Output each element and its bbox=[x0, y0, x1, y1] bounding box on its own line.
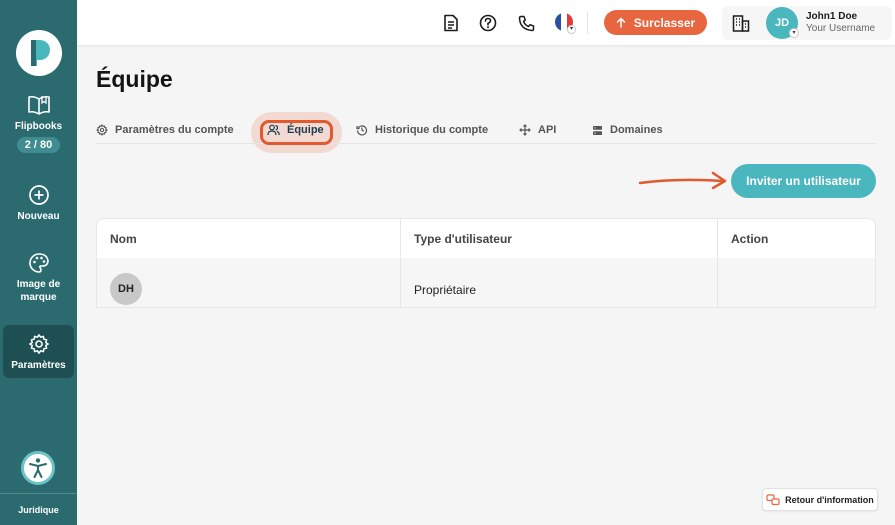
phone-icon bbox=[518, 15, 534, 31]
sidebar: Flipbooks 2 / 80 Nouveau Image de marque… bbox=[0, 0, 77, 525]
user-username: Your Username bbox=[806, 23, 876, 34]
header-divider bbox=[587, 12, 588, 34]
upgrade-button[interactable]: Surclasser bbox=[604, 10, 707, 35]
building-icon bbox=[732, 15, 750, 32]
upgrade-label: Surclasser bbox=[633, 15, 696, 30]
logo-icon bbox=[31, 40, 50, 66]
tab-label: Historique du compte bbox=[375, 124, 489, 136]
book-icon bbox=[27, 95, 50, 115]
tab-parametres-du-compte[interactable]: Paramètres du compte bbox=[96, 122, 234, 138]
tab-domaines[interactable]: Domaines bbox=[592, 122, 663, 138]
gear-icon bbox=[96, 124, 108, 136]
sidebar-item-label: Paramètres bbox=[11, 360, 66, 371]
tab-highlight-ring bbox=[260, 120, 333, 145]
gear-icon bbox=[28, 334, 49, 354]
annotation-arrow-icon bbox=[638, 171, 727, 190]
table-row: DH Propriétaire bbox=[97, 258, 875, 307]
help-icon bbox=[479, 14, 497, 32]
server-icon bbox=[593, 125, 602, 135]
column-header-type: Type d'utilisateur bbox=[414, 232, 512, 246]
accessibility-icon bbox=[29, 458, 47, 478]
juridique-link[interactable]: Juridique bbox=[0, 493, 77, 525]
sidebar-item-label: Flipbooks bbox=[14, 121, 63, 132]
tab-label: Domaines bbox=[610, 124, 663, 136]
top-header: ▾ Surclasser JD ▾ John1 Doe Your Usernam… bbox=[77, 0, 895, 45]
sidebar-item-flipbooks[interactable]: Flipbooks 2 / 80 bbox=[3, 94, 74, 153]
tab-label: API bbox=[538, 124, 557, 136]
sidebar-item-parametres[interactable]: Paramètres bbox=[3, 325, 74, 378]
api-move-icon bbox=[519, 124, 531, 136]
table-header: Nom Type d'utilisateur Action bbox=[97, 219, 875, 258]
phone-button[interactable] bbox=[516, 13, 536, 33]
user-name: John1 Doe bbox=[806, 11, 858, 22]
tab-label: Paramètres du compte bbox=[115, 124, 234, 136]
accessibility-button[interactable] bbox=[21, 451, 55, 485]
tab-api[interactable]: API bbox=[519, 122, 556, 138]
help-button[interactable] bbox=[478, 13, 498, 33]
member-user-type: Propriétaire bbox=[414, 283, 477, 297]
column-divider bbox=[717, 219, 718, 307]
sidebar-item-nouveau[interactable]: Nouveau bbox=[3, 184, 74, 223]
invite-user-button[interactable]: Inviter un utilisateur bbox=[731, 164, 876, 198]
organization-button[interactable] bbox=[732, 14, 750, 37]
feedback-label: Retour d'information bbox=[785, 494, 874, 505]
flipbooks-counter-badge: 2 / 80 bbox=[16, 137, 61, 153]
team-table: Nom Type d'utilisateur Action DH Proprié… bbox=[96, 218, 876, 308]
settings-tabs: Paramètres du compte Équipe Historique d… bbox=[96, 118, 876, 144]
arrow-up-icon bbox=[616, 17, 626, 28]
sidebar-item-label: Nouveau bbox=[17, 211, 60, 222]
sidebar-item-image-de-marque[interactable]: Image de marque bbox=[3, 252, 74, 304]
user-menu[interactable]: JD ▾ John1 Doe Your Username bbox=[722, 6, 892, 40]
document-button[interactable] bbox=[441, 13, 461, 33]
history-icon bbox=[356, 125, 368, 136]
user-chevron-down-icon[interactable]: ▾ bbox=[789, 28, 799, 38]
page-title: Équipe bbox=[96, 66, 173, 92]
column-header-nom: Nom bbox=[110, 232, 137, 246]
document-icon bbox=[444, 14, 458, 32]
app-logo[interactable] bbox=[16, 30, 62, 76]
sidebar-item-label: Image de marque bbox=[16, 279, 61, 303]
column-header-action: Action bbox=[731, 232, 769, 246]
member-avatar: DH bbox=[110, 273, 142, 305]
tab-historique-du-compte[interactable]: Historique du compte bbox=[356, 122, 488, 138]
palette-icon bbox=[28, 253, 49, 273]
plus-circle-icon bbox=[28, 185, 49, 205]
column-divider bbox=[400, 219, 401, 307]
feedback-button[interactable]: Retour d'information bbox=[762, 488, 878, 511]
language-chevron-down-icon[interactable]: ▾ bbox=[567, 25, 576, 34]
feedback-chat-icon bbox=[766, 493, 780, 505]
